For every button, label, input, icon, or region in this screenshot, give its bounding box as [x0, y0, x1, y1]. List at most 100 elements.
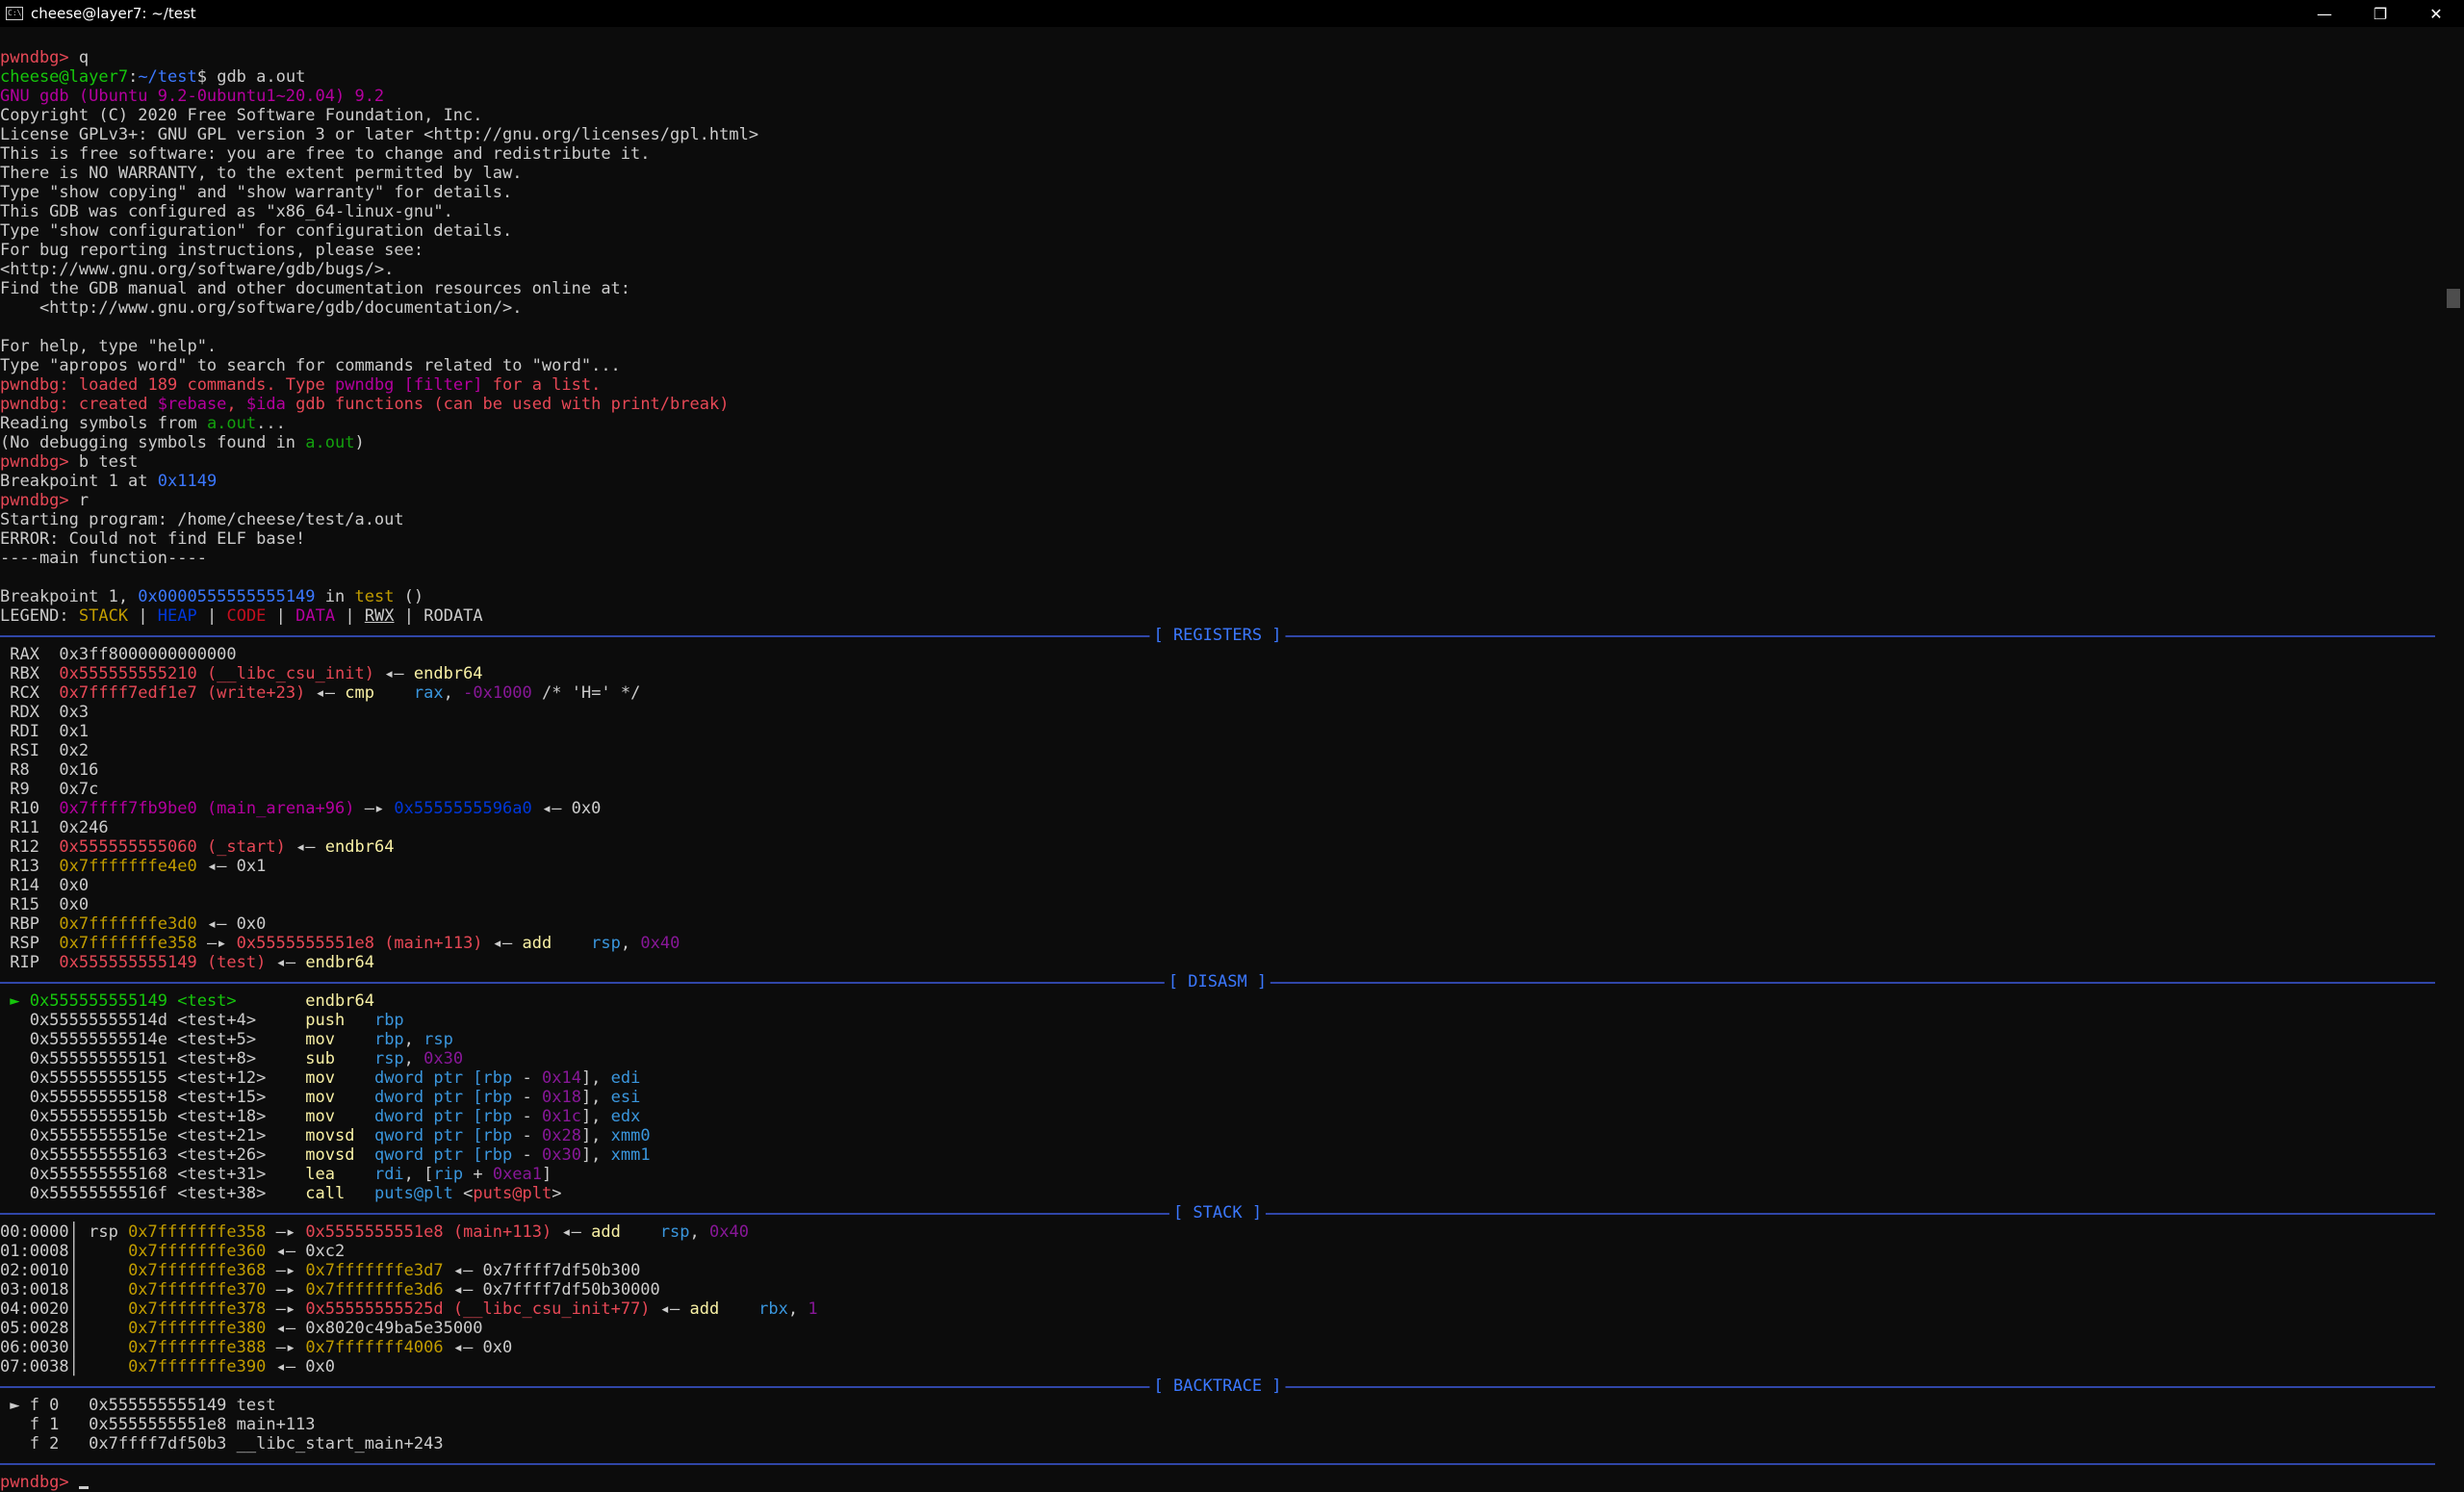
maximize-button[interactable]: ❐: [2352, 0, 2408, 27]
text-segment: GNU gdb (Ubuntu 9.2-0ubuntu1~20.04) 9.2: [0, 87, 385, 106]
text-segment: 0x1149: [157, 472, 218, 491]
text-segment: For bug reporting instructions, please s…: [0, 241, 424, 260]
terminal-line: Copyright (C) 2020 Free Software Foundat…: [0, 106, 2435, 125]
text-segment: ],: [580, 1068, 611, 1088]
close-button[interactable]: ✕: [2408, 0, 2464, 27]
text-segment: -0x1000: [463, 683, 532, 703]
text-segment: endbr64: [324, 837, 395, 857]
text-segment: ,: [620, 934, 641, 953]
minimize-button[interactable]: —: [2297, 0, 2352, 27]
scrollbar-thumb[interactable]: [2447, 289, 2460, 308]
text-segment: puts@plt: [373, 1184, 453, 1203]
text-segment: ◂— 0x7ffff7df50b30000: [443, 1280, 660, 1299]
text-segment: 0x40: [640, 934, 680, 953]
text-segment: R11 0x246: [0, 818, 109, 837]
text-segment: ◂— 0x0: [443, 1338, 513, 1357]
text-segment: R10: [0, 799, 60, 818]
section-separator: [ STACK ]: [0, 1203, 2435, 1222]
text-segment: |: [128, 606, 158, 626]
text-segment: RSI 0x2: [0, 741, 90, 760]
text-segment: ~/test: [138, 67, 197, 87]
terminal-line: 0x55555555515b <test+18> mov dword ptr […: [0, 1107, 2435, 1126]
text-segment: xmm1: [610, 1145, 651, 1165]
text-segment: qword ptr [: [373, 1145, 483, 1165]
text-segment: 0x55555555515b <test+18>: [0, 1107, 296, 1126]
text-segment: rbp: [482, 1126, 513, 1145]
terminal-app-icon: C:\: [6, 7, 23, 20]
text-segment: push: [295, 1011, 346, 1030]
terminal-line: Type "apropos word" to search for comman…: [0, 356, 2435, 375]
text-segment: 0x5555555551e8 (main+113): [236, 934, 483, 953]
text-segment: ◂— 0x0: [531, 799, 602, 818]
text-segment: pwndbg: loaded 189 commands. Type: [0, 375, 335, 395]
terminal-line: LEGEND: STACK | HEAP | CODE | DATA | RWX…: [0, 606, 2435, 626]
terminal-line: RIP 0x555555555149 (test) ◂— endbr64: [0, 953, 2435, 972]
text-segment: rbp: [373, 1030, 404, 1049]
terminal-output[interactable]: pwndbg> q cheese@layer7:~/test$ gdb a.out…: [0, 27, 2441, 1492]
text-segment: rdi: [373, 1165, 404, 1184]
text-segment: mov: [295, 1030, 335, 1049]
text-segment: [374, 683, 414, 703]
text-segment: There is NO WARRANTY, to the extent perm…: [0, 164, 523, 183]
command-prompt-line[interactable]: pwndbg>: [0, 1473, 2435, 1492]
text-segment: 0x55555555514d <test+4>: [0, 1011, 296, 1030]
window-title-bar[interactable]: C:\ cheese@layer7: ~/test — ❐ ✕: [0, 0, 2464, 27]
text-segment: 0x7fffffffe388: [128, 1338, 267, 1357]
terminal-line: R11 0x246: [0, 818, 2435, 837]
text-segment: ],: [580, 1145, 611, 1165]
text-segment: rbp: [482, 1088, 513, 1107]
text-segment: 0x28: [541, 1126, 581, 1145]
text-segment: -: [512, 1068, 542, 1088]
text-segment: 02:0010│: [0, 1261, 129, 1280]
text-segment: 07:0038│: [0, 1357, 129, 1376]
text-segment: 0x18: [541, 1088, 581, 1107]
terminal-line: ERROR: Could not find ELF base!: [0, 529, 2435, 549]
text-segment: ],: [580, 1088, 611, 1107]
text-segment: for a list.: [482, 375, 602, 395]
text-segment: This is free software: you are free to c…: [0, 144, 651, 164]
text-segment: rbp: [373, 1011, 404, 1030]
text-segment: R9 0x7c: [0, 780, 99, 799]
text-segment: 0x555555555163 <test+26>: [0, 1145, 296, 1165]
text-segment: 0x30: [424, 1049, 464, 1068]
text-segment: rbx: [758, 1299, 788, 1319]
text-segment: —▸: [266, 1299, 306, 1319]
text-segment: test: [354, 587, 395, 606]
text-segment: Reading symbols from: [0, 414, 207, 433]
text-segment: Breakpoint 1 at: [0, 472, 158, 491]
text-segment: <: [452, 1184, 474, 1203]
text-segment: :: [128, 67, 139, 87]
text-segment: ,: [403, 1049, 424, 1068]
text-segment: <http://www.gnu.org/software/gdb/documen…: [0, 298, 523, 318]
text-segment: rbp: [482, 1068, 513, 1088]
text-segment: Breakpoint 1,: [0, 587, 139, 606]
terminal-line: R13 0x7fffffffe4e0 ◂— 0x1: [0, 857, 2435, 876]
text-segment: 0x1c: [541, 1107, 581, 1126]
text-segment: RDI 0x1: [0, 722, 90, 741]
terminal-line: RSI 0x2: [0, 741, 2435, 760]
text-segment: rsp: [591, 934, 621, 953]
text-segment: ◂— 0x0: [266, 1357, 336, 1376]
terminal-line: There is NO WARRANTY, to the extent perm…: [0, 164, 2435, 183]
window-title: cheese@layer7: ~/test: [31, 5, 196, 22]
text-segment: cmp: [345, 683, 374, 703]
text-segment: 0x5555555596a0: [394, 799, 532, 818]
terminal-line: RBP 0x7fffffffe3d0 ◂— 0x0: [0, 914, 2435, 934]
text-segment: | RODATA: [394, 606, 483, 626]
text-segment: [335, 1088, 374, 1107]
text-segment: Copyright (C) 2020 Free Software Foundat…: [0, 106, 483, 125]
text-segment: [335, 1030, 374, 1049]
text-cursor: [78, 1486, 89, 1489]
text-segment: ): [354, 433, 365, 452]
vertical-scrollbar[interactable]: [2441, 27, 2464, 1492]
text-segment: RCX: [0, 683, 60, 703]
text-segment: ,: [403, 1030, 424, 1049]
text-segment: pwndbg: created: [0, 395, 158, 414]
text-segment: dword ptr [: [373, 1107, 483, 1126]
text-segment: 0x0000555555555149: [138, 587, 316, 606]
text-segment: |: [335, 606, 365, 626]
text-segment: a.out: [305, 433, 355, 452]
terminal-line: License GPLv3+: GNU GPL version 3 or lat…: [0, 125, 2435, 144]
text-segment: 01:0008│: [0, 1242, 129, 1261]
